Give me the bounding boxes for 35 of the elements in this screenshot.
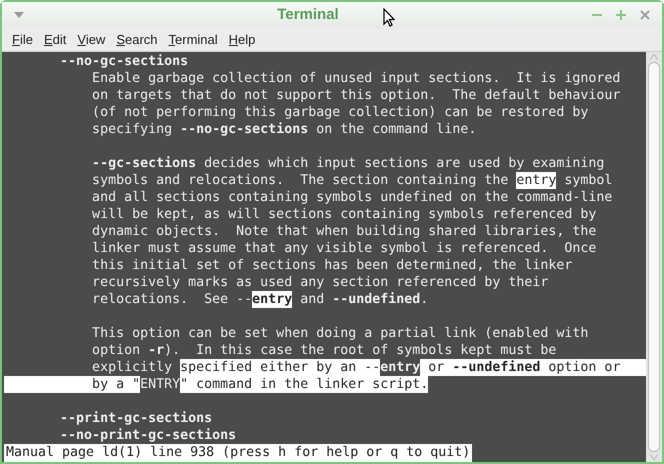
window-title: Terminal bbox=[277, 4, 339, 25]
terminal-line: by a "ENTRY" command in the linker script. bbox=[4, 376, 428, 393]
terminal-line: Enable garbage collection of unused input sections. It is ignored bbox=[91, 70, 620, 87]
terminal-line: symbols and relocations. The section containing the entry symbol bbox=[91, 172, 612, 189]
terminal-line: dynamic objects. Note that when building shared libraries, the bbox=[91, 223, 596, 240]
menu-item[interactable]: Help bbox=[224, 28, 260, 52]
terminal-line: explicitly specified either by an --entry or --undefined option or bbox=[91, 359, 620, 376]
terminal-line: (of not performing this garbage collection) can be restored by bbox=[91, 104, 588, 121]
terminal-line: --no-gc-sections bbox=[59, 53, 188, 70]
terminal-line: This option can be set when doing a partial link (enabled with bbox=[91, 325, 588, 342]
scroll-up-icon[interactable] bbox=[650, 54, 658, 60]
scroll-down-icon[interactable] bbox=[650, 454, 658, 460]
menu-item[interactable]: View bbox=[73, 28, 110, 52]
terminal-line: option -r). In this case the root of symbols kept must be bbox=[91, 342, 556, 359]
scrollbar[interactable] bbox=[646, 52, 662, 462]
terminal-line: on targets that do not support this option. The default behaviour bbox=[91, 87, 620, 104]
mouse-cursor-icon bbox=[383, 8, 395, 27]
terminal-line: specifying --no-gc-sections on the command line. bbox=[91, 121, 476, 138]
terminal-line: and all sections containing symbols undefined on the command-line bbox=[91, 189, 612, 206]
menu-item[interactable]: File bbox=[8, 28, 37, 52]
menu-item[interactable]: Terminal bbox=[164, 28, 222, 52]
terminal-line: --print-gc-sections bbox=[59, 410, 212, 427]
terminal-line: recursively marks as used any section referenced by their bbox=[91, 274, 548, 291]
dropdown-icon[interactable] bbox=[14, 12, 24, 18]
terminal-line: relocations. See --entry and --undefined. bbox=[91, 291, 428, 308]
close-icon[interactable] bbox=[640, 10, 650, 20]
terminal-line: linker must assume that any visible symbol is referenced. Once bbox=[91, 240, 596, 257]
terminal-line: will be kept, as will sections containing symbols referenced by bbox=[91, 206, 596, 223]
menu-item[interactable]: Search bbox=[112, 28, 162, 52]
maximize-icon[interactable] bbox=[616, 10, 626, 20]
menu-item[interactable]: Edit bbox=[40, 28, 70, 52]
terminal-line: --no-print-gc-sections bbox=[59, 427, 236, 444]
scrollbar-thumb[interactable] bbox=[648, 62, 660, 452]
terminal-line: --gc-sections decides which input sections are used by examining bbox=[91, 155, 604, 172]
terminal-line: this initial set of sections has been determined, the linker bbox=[91, 257, 572, 274]
